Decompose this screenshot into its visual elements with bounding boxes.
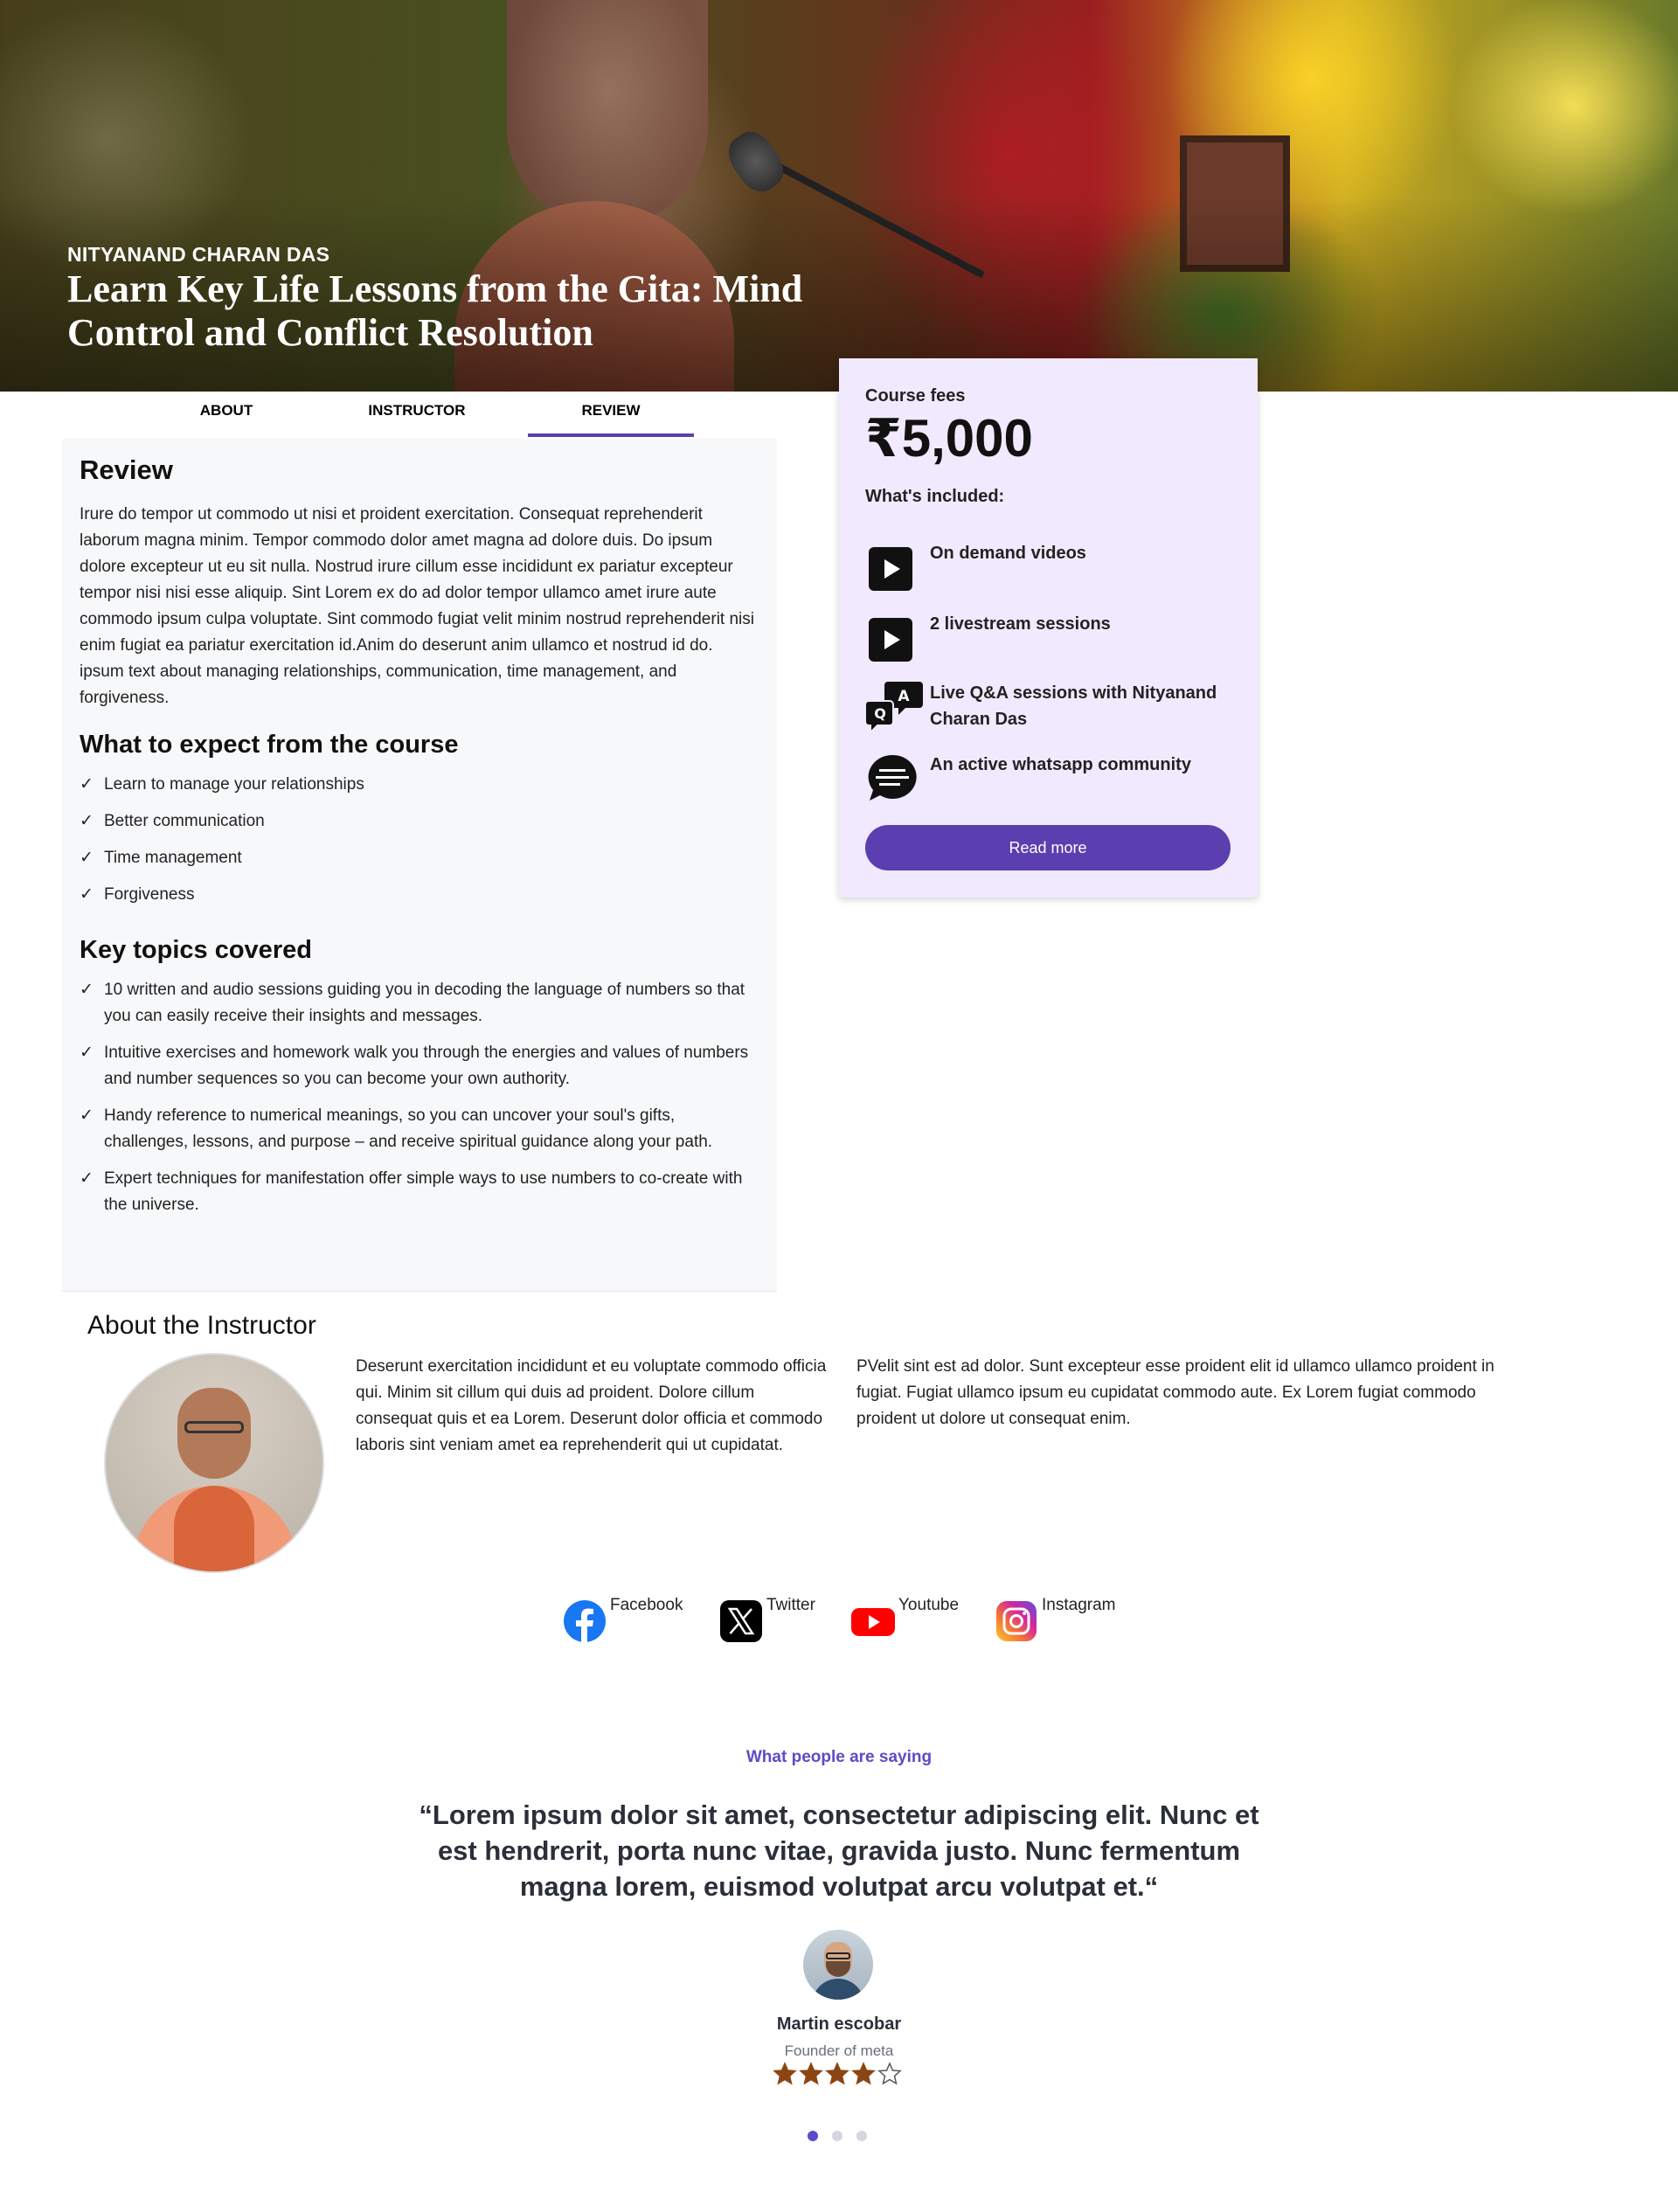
course-title: Learn Key Life Lessons from the Gita: Mi… [67, 267, 803, 354]
instagram-icon [996, 1601, 1037, 1641]
rating-stars [773, 2062, 905, 2090]
about-instructor-heading: About the Instructor [87, 1311, 316, 1340]
included-item: On demand videos [865, 540, 1232, 593]
fees-price: ₹5,000 [865, 409, 1033, 468]
star-empty-icon [877, 2062, 902, 2085]
carousel-dots [808, 2131, 870, 2143]
star-filled-icon [799, 2062, 823, 2085]
instructor-avatar [104, 1353, 324, 1573]
fees-label: Course fees [865, 386, 966, 406]
course-fees-card: Course fees ₹5,000 What's included: On d… [839, 358, 1258, 898]
testimonial-quote: “Lorem ipsum dolor sit amet, consectetur… [419, 1799, 1259, 1902]
reviewer-name: Martin escobar [776, 2014, 902, 2034]
facebook-icon [564, 1600, 606, 1642]
chat-bubble-icon [865, 752, 918, 804]
expect-list: ✓ Learn to manage your relationships ✓ Bet… [80, 772, 759, 908]
check-icon: ✓ [80, 1044, 94, 1062]
instructor-bio-1: Deserunt exercitation incididunt et eu v… [356, 1357, 827, 1454]
testimonial-section-label: What people are saying [745, 1748, 933, 1766]
star-filled-icon [773, 2062, 797, 2085]
review-panel: Review Irure do tempor ut commodo ut nis… [62, 439, 777, 1292]
youtube-icon [851, 1608, 895, 1636]
read-more-button[interactable]: Read more [865, 825, 1231, 870]
included-item: An active whatsapp community [865, 752, 1232, 809]
carousel-dot[interactable] [856, 2131, 867, 2141]
expect-heading: What to expect from the course [80, 731, 459, 759]
glasses-icon [184, 1421, 244, 1433]
star-filled-icon [851, 2062, 876, 2085]
instructor-name: NITYANAND CHARAN DAS [67, 243, 330, 266]
list-item: ✓ Learn to manage your relationships [80, 772, 759, 798]
qa-chat-icon: A Q [864, 680, 923, 735]
included-item: 2 livestream sessions [865, 611, 1232, 663]
list-item: ✓ Intuitive exercises and homework walk y… [80, 1040, 759, 1092]
tab-about[interactable]: ABOUT [163, 392, 289, 433]
review-body: Irure do tempor ut commodo ut nisi et pr… [80, 505, 754, 707]
star-filled-icon [825, 2062, 849, 2085]
social-facebook[interactable]: Facebook [563, 1596, 694, 1645]
instructor-bio-2: PVelit sint est ad dolor. Sunt excepteur… [856, 1357, 1494, 1428]
tab-instructor[interactable]: INSTRUCTOR [338, 392, 496, 433]
topics-list: ✓ 10 written and audio sessions guiding y… [80, 977, 759, 1218]
topics-heading: Key topics covered [80, 936, 312, 964]
list-item: ✓ Time management [80, 845, 759, 871]
play-icon [865, 540, 918, 593]
list-item: ✓ 10 written and audio sessions guiding y… [80, 977, 759, 1030]
svg-text:A: A [898, 688, 910, 705]
social-twitter[interactable]: Twitter [719, 1596, 842, 1645]
check-icon: ✓ [80, 1106, 94, 1125]
social-instagram[interactable]: Instagram [995, 1596, 1134, 1645]
check-icon: ✓ [80, 849, 94, 867]
social-youtube[interactable]: Youtube [851, 1596, 982, 1645]
x-twitter-icon [720, 1600, 762, 1642]
check-icon: ✓ [80, 812, 94, 830]
included-item: A Q Live Q&A sessions with Nityanand Cha… [864, 680, 1232, 741]
list-item: ✓ Expert techniques for manifestation off… [80, 1166, 759, 1218]
carousel-dot[interactable] [808, 2131, 818, 2141]
reviewer-role: Founder of meta [784, 2042, 894, 2059]
included-label: What's included: [865, 487, 1005, 506]
review-heading: Review [80, 454, 173, 485]
list-item: ✓ Forgiveness [80, 882, 759, 908]
check-icon: ✓ [80, 775, 94, 794]
hero-banner: NITYANAND CHARAN DAS Learn Key Life Less… [0, 0, 1678, 392]
check-icon: ✓ [80, 1169, 94, 1188]
play-icon [865, 611, 918, 663]
check-icon: ✓ [80, 885, 94, 904]
reviewer-avatar [803, 1930, 873, 2000]
check-icon: ✓ [80, 981, 94, 999]
tab-review[interactable]: REVIEW [528, 392, 694, 437]
list-item: ✓ Better communication [80, 808, 759, 835]
carousel-dot[interactable] [832, 2131, 842, 2141]
list-item: ✓ Handy reference to numerical meanings, … [80, 1103, 759, 1155]
svg-text:Q: Q [874, 705, 886, 722]
